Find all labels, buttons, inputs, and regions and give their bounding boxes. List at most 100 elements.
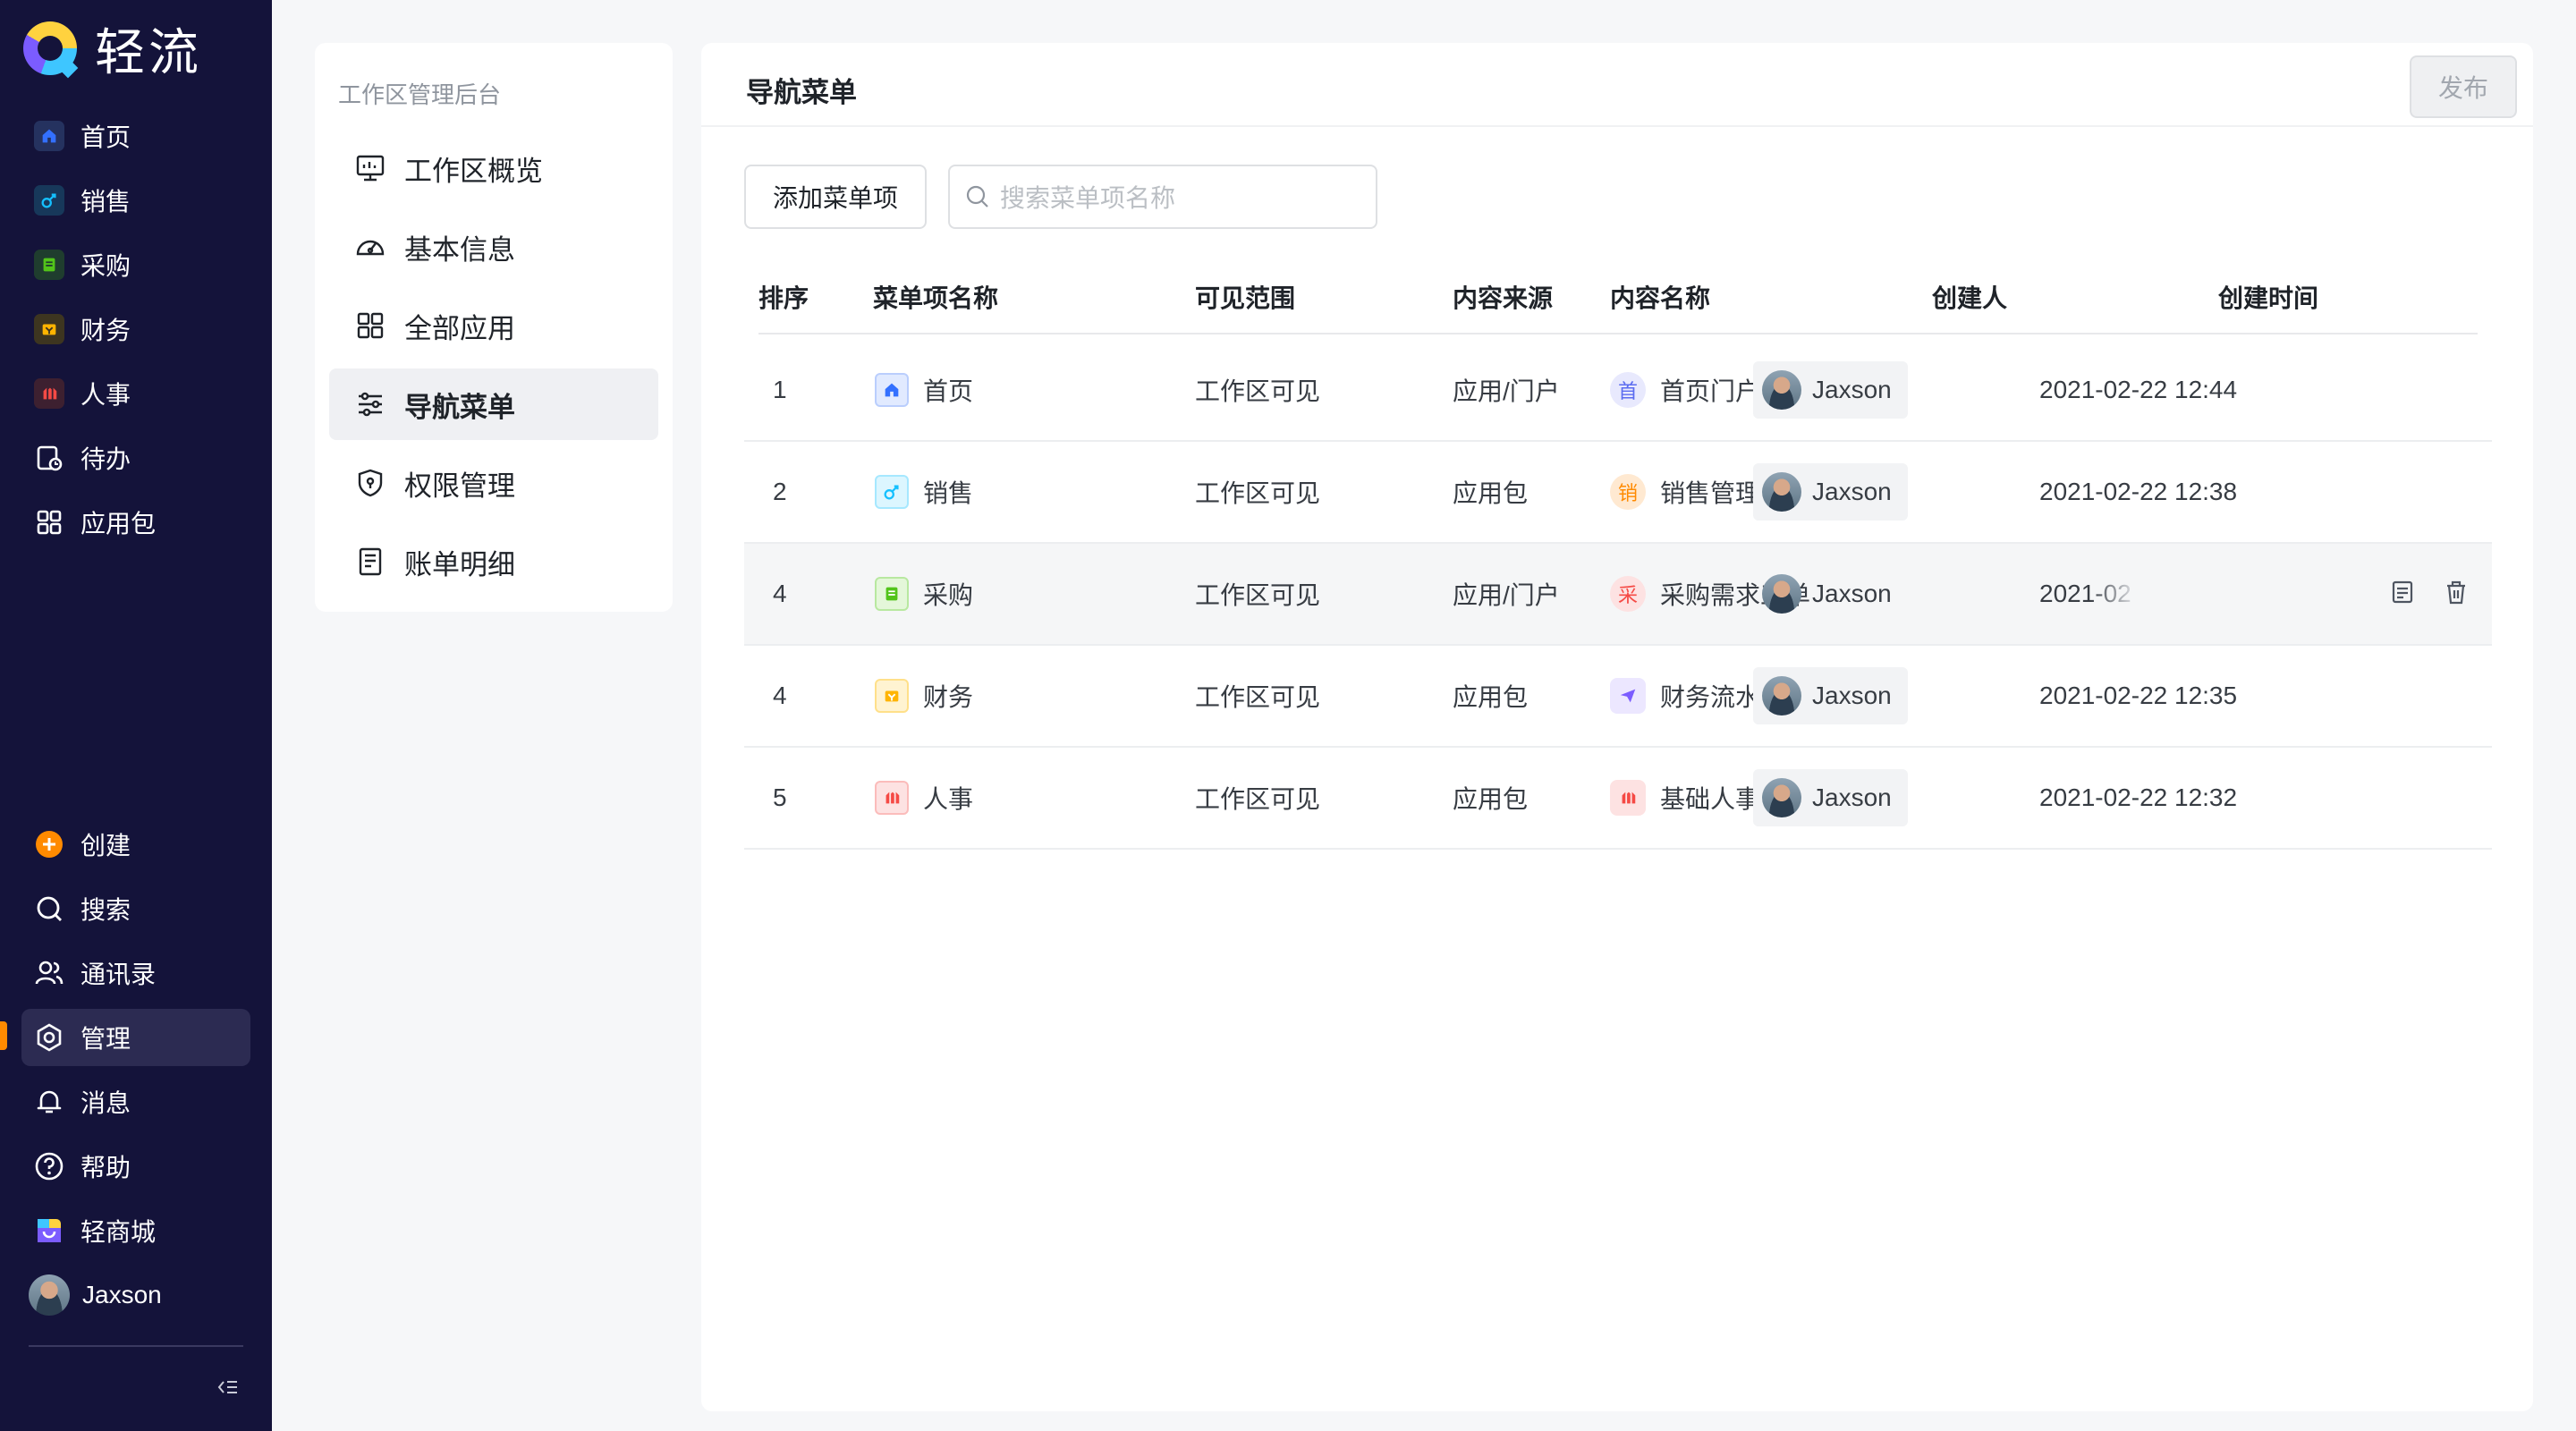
creator-chip[interactable]: Jaxson: [1753, 667, 1908, 724]
sidebar-item-purchase[interactable]: 采购: [21, 236, 250, 293]
creator-chip[interactable]: Jaxson: [1753, 565, 1908, 622]
send-icon: [1610, 678, 1646, 714]
menu-name-cell: 人事: [875, 748, 973, 848]
manage-icon: [34, 1022, 64, 1053]
search-input[interactable]: 搜索菜单项名称: [948, 165, 1377, 229]
subnav-item-label: 全部应用: [404, 312, 515, 344]
order-cell: 5: [773, 783, 787, 811]
subnav-item-nav-menu[interactable]: 导航菜单: [329, 368, 658, 440]
sidebar-item-messages[interactable]: 消息: [21, 1073, 250, 1130]
subnav-item-all-apps[interactable]: 全部应用: [329, 290, 658, 361]
search-placeholder: 搜索菜单项名称: [1000, 184, 1176, 212]
sidebar-item-label: 创建: [80, 832, 131, 859]
contacts-icon: [34, 958, 64, 988]
subnav-item-overview[interactable]: 工作区概览: [329, 132, 658, 204]
sidebar-item-label: 管理: [80, 1025, 131, 1053]
sliders-icon: [359, 392, 382, 417]
menu-name: 财务: [923, 683, 974, 711]
visibility-cell: 工作区可见: [1195, 479, 1321, 507]
menu-name-cell: 财务: [875, 646, 973, 746]
sidebar-item-todo[interactable]: 待办: [21, 429, 250, 487]
search-icon: [966, 185, 988, 207]
bell-icon: [34, 1087, 64, 1117]
sidebar-item-store[interactable]: 轻商城: [21, 1202, 250, 1259]
publish-button[interactable]: 发布: [2410, 55, 2517, 118]
time-cell: 2021-02-22 12:32: [2039, 783, 2238, 811]
subnav-item-billing[interactable]: 账单明细: [329, 526, 658, 597]
column-header: 可见范围: [1195, 284, 1296, 312]
subnav-item-permissions[interactable]: 权限管理: [329, 447, 658, 519]
sidebar-user[interactable]: Jaxson: [21, 1266, 250, 1324]
home-icon: [34, 121, 64, 151]
creator-cell: Jaxson: [1753, 748, 1908, 848]
add-menu-item-button[interactable]: 添加菜单项: [744, 165, 927, 229]
sidebar-item-label: 应用包: [80, 510, 157, 538]
main-panel: 导航菜单 发布 添加菜单项 搜索菜单项名称 排序 菜单项名称 可见范围 内容来源…: [701, 43, 2533, 1411]
sidebar-item-label: 财务: [80, 317, 131, 344]
sidebar-top-nav: 首页 销售 采购 财务 人事 待办 应用包: [21, 107, 250, 558]
table-row[interactable]: 1 首页 工作区可见 应用/门户 首 首页门户 Jaxson 2021-02-2…: [744, 340, 2492, 442]
creator-chip[interactable]: Jaxson: [1753, 769, 1908, 826]
sidebar-item-app-package[interactable]: 应用包: [21, 494, 250, 551]
hr-icon: [875, 781, 909, 815]
sidebar-item-label: 首页: [80, 123, 131, 151]
todo-icon: [34, 443, 64, 473]
creator-cell: Jaxson: [1753, 340, 1908, 440]
store-icon: [34, 1215, 64, 1246]
sidebar-item-search[interactable]: 搜索: [21, 880, 250, 937]
collapse-sidebar-icon[interactable]: [215, 1374, 242, 1401]
order-cell: 4: [773, 580, 787, 607]
subnav-item-label: 基本信息: [404, 233, 515, 266]
visibility-cell: 工作区可见: [1195, 785, 1321, 813]
edit-icon[interactable]: [2388, 578, 2417, 606]
content-cell: 财务流水: [1610, 646, 1760, 746]
table-row[interactable]: 4 财务 工作区可见 应用包 财务流水 Jaxson 2021-02-22 12…: [744, 646, 2492, 748]
menu-name-cell: 销售: [875, 442, 973, 542]
sales-icon: [875, 475, 909, 509]
avatar: [1762, 472, 1801, 512]
sidebar-divider: [29, 1345, 243, 1347]
delete-icon[interactable]: [2442, 578, 2470, 606]
panel-header: 导航菜单 发布: [701, 43, 2533, 127]
sidebar-item-home[interactable]: 首页: [21, 107, 250, 165]
sidebar-item-create[interactable]: 创建: [21, 816, 250, 873]
column-header: 创建人: [1932, 284, 2008, 312]
column-header: 排序: [758, 284, 809, 312]
subnav-title: 工作区管理后台: [338, 81, 502, 108]
sidebar-item-help[interactable]: 帮助: [21, 1138, 250, 1195]
menu-name: 首页: [923, 377, 974, 405]
sidebar-item-manage[interactable]: 管理: [21, 1009, 250, 1066]
sidebar-item-sales[interactable]: 销售: [21, 172, 250, 229]
sales-icon: [34, 185, 64, 216]
sidebar-item-label: 轻商城: [80, 1218, 157, 1246]
finance-icon: [34, 314, 64, 344]
source-cell: 应用包: [1453, 683, 1529, 711]
table-row[interactable]: 5 人事 工作区可见 应用包 基础人事管理 Jaxson 2021-02-22 …: [744, 748, 2492, 850]
creator-name: Jaxson: [1812, 478, 1892, 505]
table-row[interactable]: 2 销售 工作区可见 应用包 销 销售管理 Jaxson 2021-02-22 …: [744, 442, 2492, 544]
purchase-icon: [34, 250, 64, 280]
creator-name: Jaxson: [1812, 682, 1892, 709]
bill-icon: [359, 547, 382, 576]
sidebar-item-label: 帮助: [80, 1154, 131, 1181]
creator-chip[interactable]: Jaxson: [1753, 361, 1908, 419]
time-cell: 2021-02-22 12:38: [2039, 478, 2238, 505]
creator-name: Jaxson: [1812, 580, 1892, 607]
source-cell: 应用包: [1453, 785, 1529, 813]
content-badge: 销: [1610, 474, 1646, 510]
sidebar-item-finance[interactable]: 财务: [21, 301, 250, 358]
sidebar-bottom-nav: 创建 搜索 通讯录 管理 消息 帮助 轻商城 Jaxson: [21, 816, 250, 1331]
creator-chip[interactable]: Jaxson: [1753, 463, 1908, 521]
table-row[interactable]: 4 采购 工作区可见 应用/门户 采 采购需求工单 Jaxson 2021-02: [744, 544, 2492, 646]
app-package-icon: [34, 507, 64, 538]
creator-name: Jaxson: [1812, 376, 1892, 403]
column-header: 内容名称: [1610, 284, 1711, 312]
app-name: 轻流: [95, 23, 202, 80]
logo-icon: [23, 21, 77, 75]
sidebar-item-hr[interactable]: 人事: [21, 365, 250, 422]
time-cell: 2021-02-22 12:44: [2039, 376, 2238, 403]
sidebar-item-contacts[interactable]: 通讯录: [21, 944, 250, 1002]
content-cell: 首 首页门户: [1610, 340, 1760, 440]
app-logo[interactable]: 轻流: [23, 20, 202, 80]
subnav-item-basic-info[interactable]: 基本信息: [329, 211, 658, 283]
